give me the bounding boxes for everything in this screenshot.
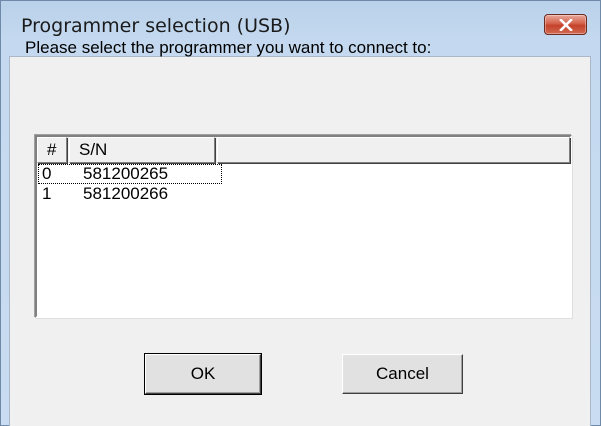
- list-item-number: 1: [42, 184, 52, 203]
- list-item-number: 0: [42, 164, 52, 183]
- cancel-button[interactable]: Cancel: [342, 354, 463, 394]
- window-title: Programmer selection (USB): [21, 15, 291, 37]
- prompt-text: Please select the programmer you want to…: [25, 38, 432, 57]
- list-item[interactable]: 0 581200265: [37, 164, 570, 185]
- ok-button[interactable]: OK: [144, 353, 262, 395]
- list-header: # S/N: [37, 137, 570, 163]
- list-item-serial: 581200265: [83, 164, 169, 183]
- close-button[interactable]: [544, 14, 587, 35]
- list-item-serial: 581200266: [83, 184, 169, 203]
- list-item[interactable]: 1 581200266: [37, 184, 570, 205]
- close-icon: [559, 19, 573, 31]
- column-header-serial[interactable]: S/N: [69, 137, 215, 163]
- column-header-empty[interactable]: [217, 137, 570, 163]
- programmer-list[interactable]: # S/N 0 581200265 1 581200266: [35, 135, 572, 318]
- column-header-number[interactable]: #: [37, 137, 67, 163]
